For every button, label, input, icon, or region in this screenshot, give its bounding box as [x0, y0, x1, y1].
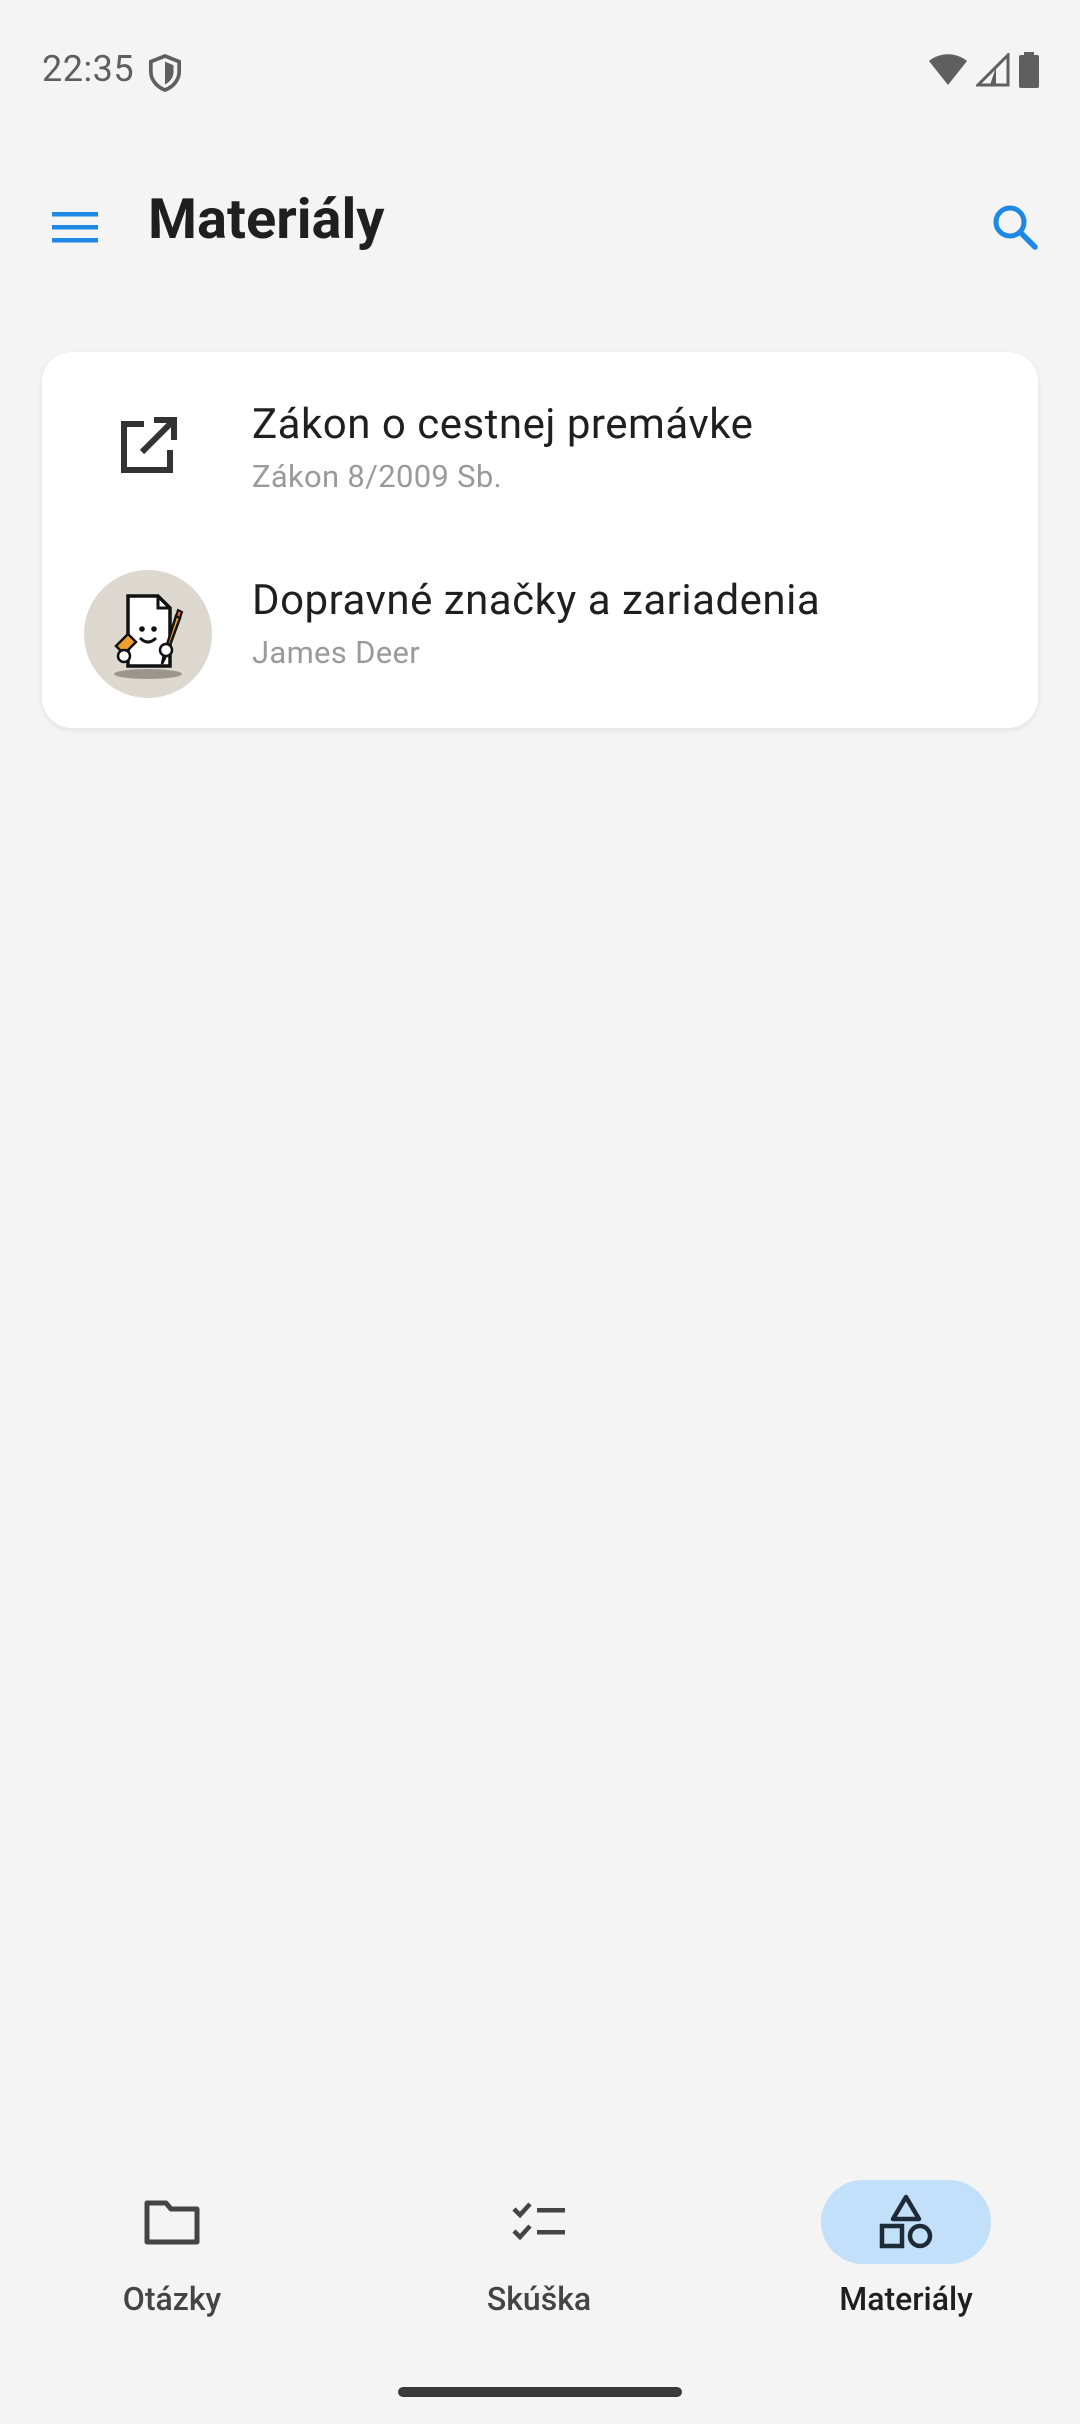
nav-label: Skúška [486, 2280, 592, 2318]
open-external-icon [84, 382, 212, 510]
material-subtitle: James Deer [252, 634, 421, 671]
signal-icon [976, 53, 1010, 87]
material-title: Dopravné značky a zariadenia [252, 576, 821, 625]
wifi-icon [929, 54, 967, 85]
nav-label: Otázky [122, 2280, 222, 2318]
menu-icon [52, 212, 98, 243]
status-icons [928, 52, 1040, 88]
nav-label: Materiály [839, 2280, 973, 2318]
material-item-road-signs[interactable]: Dopravné značky a zariadenia James Deer [42, 540, 1038, 728]
screen: 22:35 Materiály Zákon o cestnej premávke… [0, 0, 1080, 2424]
author-avatar [84, 570, 212, 698]
active-indicator [821, 2180, 991, 2264]
nav-item-questions[interactable]: Otázky [32, 2180, 312, 2330]
page-title: Materiály [148, 186, 385, 252]
gesture-handle[interactable] [398, 2387, 682, 2397]
shield-icon [148, 54, 182, 92]
search-button[interactable] [980, 192, 1050, 262]
material-title: Zákon o cestnej premávke [252, 400, 754, 449]
nav-item-materials[interactable]: Materiály [766, 2180, 1046, 2330]
search-icon [993, 205, 1038, 250]
status-time: 22:35 [42, 48, 135, 90]
battery-icon [1019, 52, 1039, 88]
materials-card: Zákon o cestnej premávke Zákon 8/2009 Sb… [42, 352, 1038, 728]
bottom-navigation: Otázky Skúška Materiály [0, 2160, 1080, 2340]
folder-icon [144, 2200, 200, 2245]
top-app-bar: Materiály [0, 170, 1080, 282]
menu-button[interactable] [30, 192, 120, 262]
material-item-traffic-law[interactable]: Zákon o cestnej premávke Zákon 8/2009 Sb… [42, 352, 1038, 540]
checklist-icon [512, 2202, 565, 2241]
shapes-icon [879, 2194, 933, 2249]
nav-item-exam[interactable]: Skúška [399, 2180, 679, 2330]
material-subtitle: Zákon 8/2009 Sb. [252, 458, 503, 495]
status-bar: 22:35 [0, 0, 1080, 140]
